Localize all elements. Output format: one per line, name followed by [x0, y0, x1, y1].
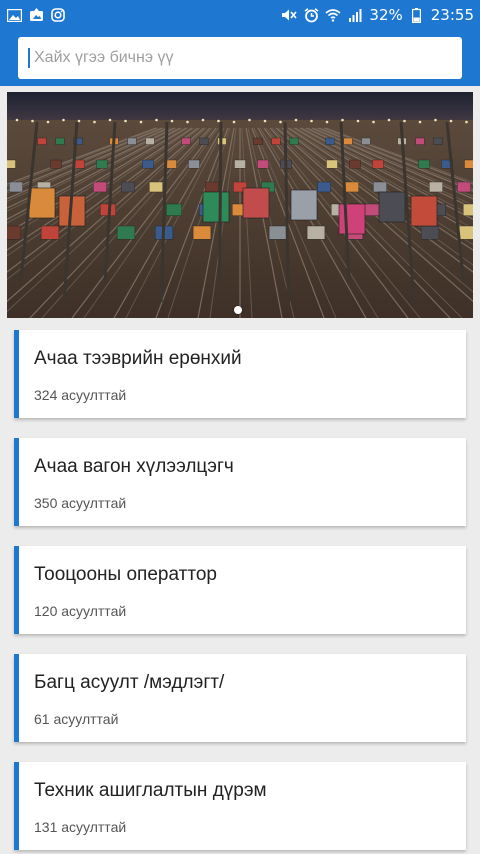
category-title: Тооцооны операттор: [34, 564, 217, 585]
category-card-3[interactable]: Тооцооны операттор 120 асуулттай: [14, 546, 466, 634]
rail-yard-photo: [7, 92, 473, 318]
category-card-2[interactable]: Ачаа вагон хүлээлцэгч 350 асуулттай: [14, 438, 466, 526]
category-title: Ачаа вагон хүлээлцэгч: [34, 456, 234, 477]
app-bar: [0, 30, 480, 86]
status-bar-right: 32% 23:55: [281, 6, 474, 24]
battery-percent: 32%: [369, 6, 403, 24]
carousel-dot-active[interactable]: [234, 306, 242, 314]
category-card-5[interactable]: Техник ашиглалтын дүрэм 131 асуулттай: [14, 762, 466, 850]
category-title: Техник ашиглалтын дүрэм: [34, 780, 267, 801]
category-title: Ачаа тээврийн ерөнхий: [34, 348, 242, 369]
clock: 23:55: [430, 6, 474, 24]
alarm-icon: [303, 7, 319, 23]
status-bar-left: [6, 7, 66, 23]
category-card-4[interactable]: Багц асуулт /мэдлэгт/ 61 асуулттай: [14, 654, 466, 742]
instagram-icon: [50, 7, 66, 23]
question-count: 120 асуулттай: [34, 603, 127, 619]
gallery-icon: [6, 7, 22, 23]
question-count: 324 асуулттай: [34, 387, 127, 403]
signal-icon: [347, 7, 363, 23]
status-bar: 32% 23:55: [0, 0, 480, 30]
search-input[interactable]: [32, 48, 452, 68]
text-cursor: [28, 48, 30, 68]
photo-upload-icon: [28, 7, 44, 23]
question-count: 131 асуулттай: [34, 819, 127, 835]
banner-image[interactable]: [7, 92, 473, 318]
category-card-1[interactable]: Ачаа тээврийн ерөнхий 324 асуулттай: [14, 330, 466, 418]
mute-icon: [281, 7, 298, 23]
category-title: Багц асуулт /мэдлэгт/: [34, 672, 225, 693]
battery-icon: [409, 7, 425, 23]
wifi-icon: [325, 7, 341, 23]
search-box[interactable]: [18, 37, 462, 79]
question-count: 61 асуулттай: [34, 711, 119, 727]
question-count: 350 асуулттай: [34, 495, 127, 511]
